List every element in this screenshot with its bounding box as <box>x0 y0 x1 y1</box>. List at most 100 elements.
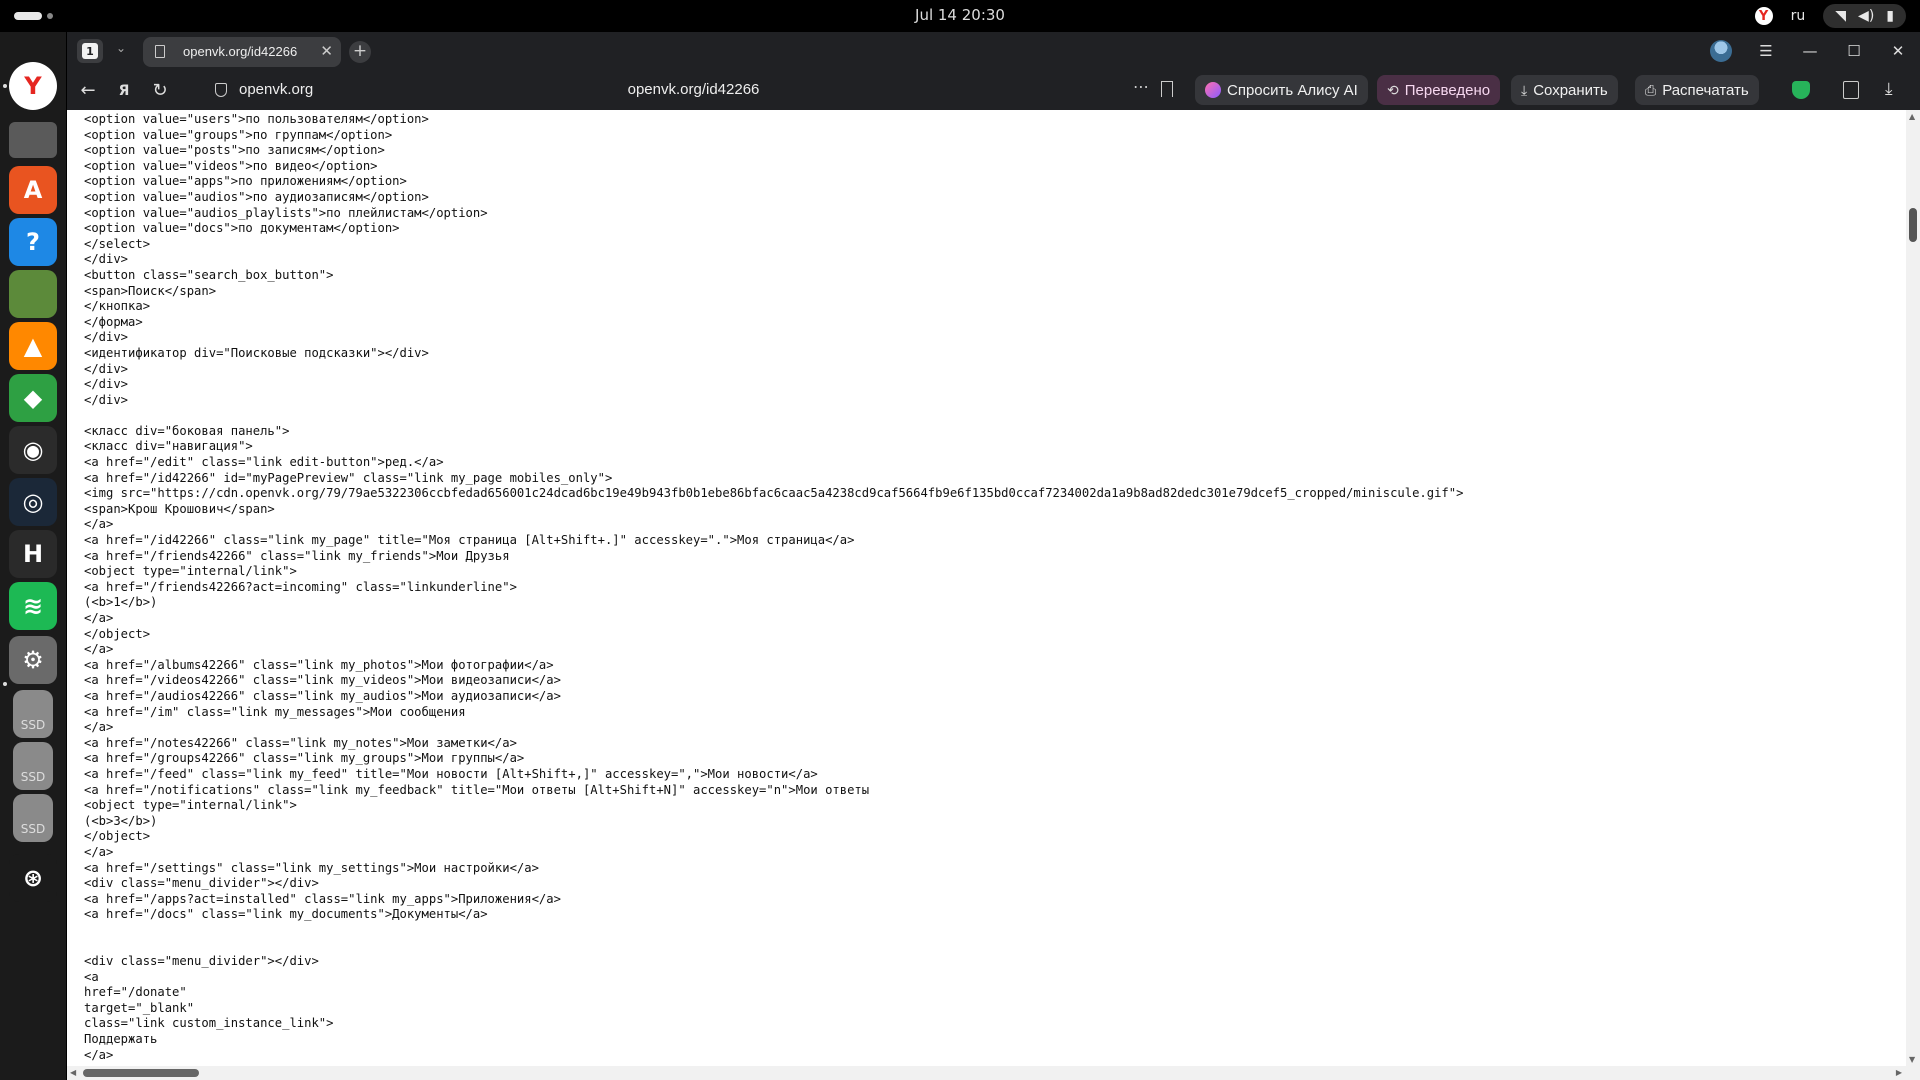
files-icon[interactable] <box>9 122 57 158</box>
system-status-menu[interactable]: ◥ ◀) ▮ <box>1823 4 1906 28</box>
profile-avatar-icon[interactable] <box>1710 40 1732 62</box>
clock[interactable]: Jul 14 20:30 <box>0 6 1920 24</box>
source-line <box>84 408 1463 424</box>
scroll-down-icon[interactable]: ▼ <box>1909 1055 1915 1064</box>
downloads-icon[interactable]: ⤓ <box>1885 79 1893 99</box>
keyboard-language[interactable]: ru <box>1791 8 1806 24</box>
save-button[interactable]: ⤓ Сохранить <box>1511 75 1618 105</box>
navigation-bar: ← Я ↻ openvk.org openvk.org/id42266 ⋯ Сп… <box>67 70 1920 110</box>
translated-button[interactable]: ⟲ Переведено <box>1377 75 1501 105</box>
scroll-right-icon[interactable]: ▶ <box>1896 1068 1902 1077</box>
alice-icon <box>1205 82 1221 98</box>
source-line: </select> <box>84 236 151 251</box>
source-line: Поддержать <box>84 1032 158 1047</box>
ask-alice-button[interactable]: Спросить Алису AI <box>1195 75 1368 105</box>
bookmark-icon[interactable] <box>1161 81 1173 97</box>
system-tray: Y ru ◥ ◀) ▮ <box>1754 4 1906 28</box>
vertical-scroll-thumb[interactable] <box>1909 208 1917 242</box>
roblox-icon[interactable]: ◆ <box>9 374 57 422</box>
ssd-drive-icon[interactable]: SSD <box>13 742 53 790</box>
protect-shield-icon[interactable] <box>1792 81 1810 99</box>
app-center-icon[interactable]: A <box>9 166 57 214</box>
source-line: <img src="https://cdn.openvk.org/79/79ae… <box>84 486 1464 501</box>
minecraft-icon[interactable] <box>9 270 57 318</box>
save-label: Сохранить <box>1533 81 1608 99</box>
download-icon: ⤓ <box>1521 81 1528 98</box>
source-line <box>84 923 1463 939</box>
chevron-down-icon[interactable]: ⌄ <box>109 41 133 61</box>
horizontal-scrollbar[interactable]: ◀ ▶ <box>67 1066 1920 1080</box>
source-line: <div class="menu_divider"></div> <box>84 954 319 969</box>
source-line: <a href="/audios42266" class="link my_au… <box>84 688 561 703</box>
horizontal-scroll-thumb[interactable] <box>83 1069 199 1077</box>
ask-alice-label: Спросить Алису AI <box>1227 81 1358 99</box>
obs-icon[interactable]: ◉ <box>9 426 57 474</box>
source-line: </кнопка> <box>84 299 151 314</box>
html-source-text: <option value="users">по пользователям</… <box>84 112 1463 1063</box>
collections-icon[interactable] <box>1843 81 1859 99</box>
source-line: <option value="users">по пользователям</… <box>84 112 429 126</box>
menu-icon[interactable]: ☰ <box>1744 42 1788 60</box>
steam-icon[interactable]: ◎ <box>9 478 57 526</box>
scroll-left-icon[interactable]: ◀ <box>70 1068 76 1077</box>
source-line: (<b>3</b>) <box>84 813 158 828</box>
vlc-icon[interactable]: ▲ <box>9 322 57 370</box>
tab-counter-button[interactable]: 1 <box>77 39 103 63</box>
vertical-scrollbar[interactable]: ▲ ▼ <box>1906 110 1920 1066</box>
spotify-icon[interactable]: ≋ <box>9 582 57 630</box>
more-icon[interactable]: ⋯ <box>1133 77 1149 96</box>
print-label: Распечатать <box>1662 81 1749 99</box>
page-icon <box>155 45 165 58</box>
hytale-icon[interactable]: H <box>9 530 57 578</box>
source-line: <option value="docs">по документам</opti… <box>84 221 400 236</box>
battery-icon: ▮ <box>1886 8 1894 24</box>
source-line: <класс div="боковая панель"> <box>84 423 290 438</box>
page-content[interactable]: <option value="users">по пользователям</… <box>67 110 1920 1066</box>
yandex-browser-icon[interactable]: Y <box>9 62 57 110</box>
source-line: <option value="groups">по группам</optio… <box>84 127 393 142</box>
source-line: <option value="posts">по записям</option… <box>84 143 385 158</box>
source-line: <a href="/settings" class="link my_setti… <box>84 860 539 875</box>
volume-icon: ◀) <box>1858 8 1875 24</box>
source-line: class="link custom_instance_link"> <box>84 1016 334 1031</box>
minimize-icon[interactable]: — <box>1788 42 1832 60</box>
show-apps-icon[interactable]: ⊛ <box>9 854 57 902</box>
source-line: <span>Крош Крошович</span> <box>84 501 275 516</box>
dock: Y A? ▲ ◆ ◉ ◎ H ≋ ⚙ SSD SSD SSD ⊛ <box>0 32 66 1080</box>
tab-bar: 1 ⌄ openvk.org/id42266 ✕ + ☰ — ☐ ✕ <box>67 32 1920 70</box>
new-tab-button[interactable]: + <box>349 41 371 63</box>
close-tab-icon[interactable]: ✕ <box>320 42 333 60</box>
source-line: <a href="/id42266" id="myPagePreview" cl… <box>84 470 613 485</box>
ssd-drive-icon[interactable]: SSD <box>13 794 53 842</box>
system-top-bar: Jul 14 20:30 Y ru ◥ ◀) ▮ <box>0 0 1920 32</box>
source-line: href="/donate" <box>84 985 187 1000</box>
source-line: </div> <box>84 330 129 345</box>
scroll-up-icon[interactable]: ▲ <box>1909 112 1915 121</box>
source-line: </a> <box>84 720 114 735</box>
source-line: <класс div="навигация"> <box>84 439 253 454</box>
source-line: </div> <box>84 361 129 376</box>
maximize-icon[interactable]: ☐ <box>1832 42 1876 60</box>
tab-active[interactable]: openvk.org/id42266 ✕ <box>143 37 341 67</box>
settings-icon[interactable]: ⚙ <box>9 636 57 684</box>
source-line: <a href="/apps?act=installed" class="lin… <box>84 891 561 906</box>
ssd-drive-icon[interactable]: SSD <box>13 690 53 738</box>
translate-icon: ⟲ <box>1387 81 1399 98</box>
source-line: </object> <box>84 626 151 641</box>
source-line: </div> <box>84 377 129 392</box>
source-line: <option value="videos">по видео</option> <box>84 158 378 173</box>
source-line: <a href="/feed" class="link my_feed" tit… <box>84 766 818 781</box>
source-line: <object type="internal/link"> <box>84 564 297 579</box>
source-line: </div> <box>84 392 129 407</box>
source-line: </object> <box>84 829 151 844</box>
source-line: <a href="/notes42266" class="link my_not… <box>84 735 517 750</box>
source-line: <a href="/docs" class="link my_documents… <box>84 907 488 922</box>
source-line: <a <box>84 969 99 984</box>
running-indicator <box>3 682 7 686</box>
close-window-icon[interactable]: ✕ <box>1876 42 1920 60</box>
help-icon[interactable]: ? <box>9 218 57 266</box>
translated-label: Переведено <box>1404 81 1491 99</box>
yandex-tray-icon[interactable]: Y <box>1754 7 1773 25</box>
source-line: target="_blank" <box>84 1000 195 1015</box>
print-button[interactable]: ⎙ Распечатать <box>1635 75 1759 105</box>
